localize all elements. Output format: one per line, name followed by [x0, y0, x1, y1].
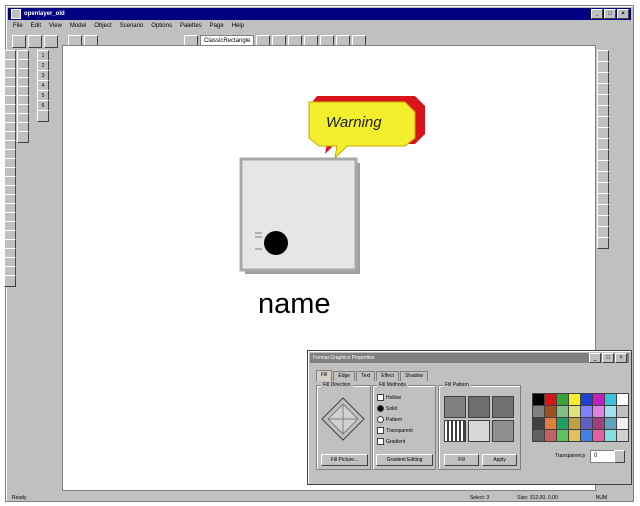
menu-item[interactable]: File — [13, 23, 23, 29]
status-text: Ready — [12, 494, 27, 501]
tab-effect[interactable]: Effect — [376, 371, 399, 381]
node-label[interactable]: name — [258, 288, 331, 321]
pattern-swatch[interactable] — [468, 396, 490, 418]
panel-maximize-button[interactable]: □ — [602, 353, 614, 363]
pattern-swatch[interactable] — [492, 420, 514, 442]
fill-method-label: Gradient — [386, 438, 406, 445]
drawing-tool-icon[interactable] — [4, 275, 16, 287]
fill-direction-diamond-icon[interactable] — [318, 394, 368, 449]
color-swatch[interactable] — [616, 429, 629, 442]
fill-methods-group: Fill Methods Hollow Solid Pattern Transpare… — [372, 382, 436, 470]
panel-minimize-button[interactable]: _ — [589, 353, 601, 363]
pattern-swatch[interactable] — [492, 396, 514, 418]
menu-item[interactable]: Help — [232, 23, 244, 29]
fill-method-label: Hollow — [386, 394, 402, 401]
close-button[interactable]: × — [617, 9, 629, 19]
transparency-label: Transparency — [555, 453, 586, 459]
new-file-icon[interactable] — [12, 34, 26, 48]
menu-item[interactable]: Palettes — [180, 23, 202, 29]
fill-method-label: Transparent — [386, 427, 413, 434]
fill-button[interactable]: Fill — [444, 454, 479, 466]
panel-close-button[interactable]: × — [615, 353, 627, 363]
panel-tabs: Fill Edge Text Effect Shadow — [316, 370, 429, 381]
fill-method-label: Solid — [386, 405, 398, 412]
fill-pattern-group: Fill Pattern Fill Apply — [438, 382, 521, 470]
status-size: Size: 312.00, 0.00 — [517, 494, 558, 501]
menu-item[interactable]: Scenario — [120, 23, 144, 29]
fill-method-option[interactable]: Transparent — [377, 427, 413, 434]
status-mode: NUM — [595, 494, 607, 501]
fill-direction-label: Fill Direction — [321, 382, 353, 388]
tab-fill[interactable]: Fill — [316, 370, 333, 381]
title-bar: openlayer_old _ □ × — [8, 8, 631, 20]
maximize-button[interactable]: □ — [604, 9, 616, 19]
palette-number-button[interactable] — [37, 110, 49, 122]
menu-item[interactable]: View — [49, 23, 62, 29]
tab-text[interactable]: Text — [356, 371, 376, 381]
pattern-swatch[interactable] — [444, 396, 466, 418]
node-box — [239, 157, 358, 272]
fill-method-option[interactable]: Solid — [377, 405, 397, 412]
fill-method-option[interactable]: Gradient — [377, 438, 405, 445]
menu-item[interactable]: Page — [210, 23, 224, 29]
spinner-icon[interactable] — [614, 450, 625, 463]
panel-title: Format Graphics Properties — [313, 355, 375, 361]
tab-edge[interactable]: Edge — [333, 371, 356, 381]
fill-method-option[interactable]: Hollow — [377, 394, 401, 401]
open-file-icon[interactable] — [28, 34, 42, 48]
transparency-input[interactable]: 0 — [590, 450, 616, 463]
fill-pattern-label: Fill Pattern — [443, 382, 471, 388]
callout-text[interactable]: Warning — [326, 114, 382, 131]
drawing-tool-icon[interactable] — [17, 131, 29, 143]
gradient-editing-button[interactable]: Gradient Editing — [376, 454, 433, 466]
fill-method-option[interactable]: Pattern — [377, 416, 402, 423]
window-title: openlayer_old — [24, 11, 65, 17]
fill-direction-group: Fill Direction Fill Picture... — [316, 382, 371, 470]
pattern-swatch[interactable] — [444, 420, 466, 442]
menu-bar: File Edit View Model Object Scenario Options Pa… — [8, 21, 631, 31]
minimize-button[interactable]: _ — [591, 9, 603, 19]
pattern-swatch[interactable] — [468, 420, 490, 442]
menu-item[interactable]: Object — [94, 23, 111, 29]
menu-item[interactable]: Options — [151, 23, 172, 29]
align-tool-icon[interactable] — [597, 237, 609, 249]
format-properties-panel: Format Graphics Properties _ □ × Fill Edg… — [307, 350, 632, 485]
apply-button[interactable]: Apply — [482, 454, 517, 466]
fill-picture-button[interactable]: Fill Picture... — [321, 454, 368, 466]
save-icon[interactable] — [44, 34, 58, 48]
status-select: Select: 3 — [469, 494, 490, 501]
menu-item[interactable]: Model — [70, 23, 86, 29]
panel-title-bar: Format Graphics Properties _ □ × — [310, 353, 629, 363]
fill-method-label: Pattern — [386, 416, 403, 423]
node-indicator-icon — [264, 231, 288, 255]
menu-item[interactable]: Edit — [31, 23, 41, 29]
status-bar: Ready Select: 3 Size: 312.00, 0.00 NUM — [8, 493, 631, 502]
app-icon — [11, 9, 21, 19]
fill-methods-label: Fill Methods — [377, 382, 408, 388]
tab-shadow[interactable]: Shadow — [399, 371, 429, 381]
